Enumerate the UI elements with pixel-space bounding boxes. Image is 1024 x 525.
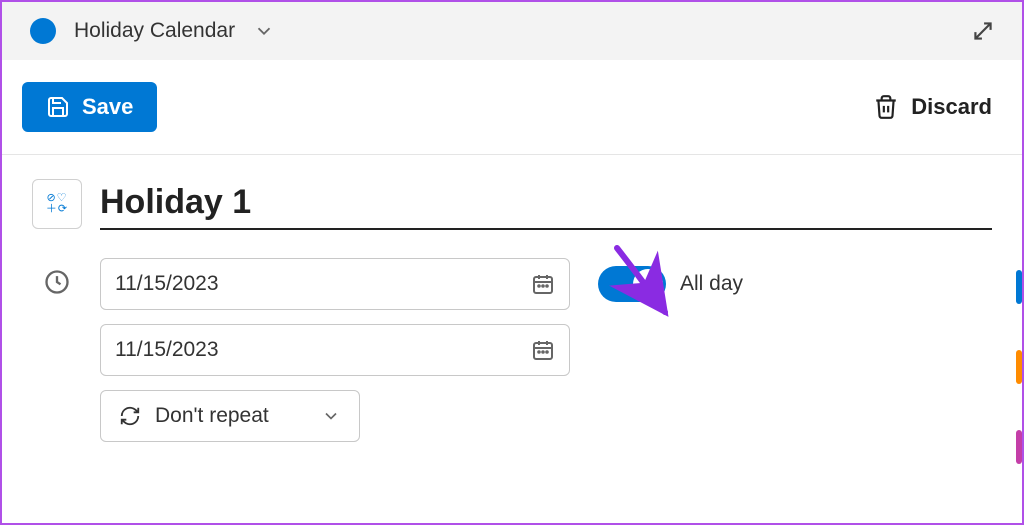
expand-icon[interactable] xyxy=(964,12,1002,50)
calendar-icon xyxy=(531,338,555,362)
start-date-value: 11/15/2023 xyxy=(115,272,219,296)
save-button[interactable]: Save xyxy=(22,82,157,132)
end-date-value: 11/15/2023 xyxy=(115,338,219,362)
repeat-icon xyxy=(119,405,141,427)
emoji-picker-button[interactable]: ⊘♡＋⟳ xyxy=(32,179,82,229)
discard-button[interactable]: Discard xyxy=(873,94,992,120)
event-title-input[interactable] xyxy=(100,177,992,230)
save-button-label: Save xyxy=(82,94,133,120)
save-icon xyxy=(46,95,70,119)
end-date-field[interactable]: 11/15/2023 xyxy=(100,324,570,376)
chevron-down-icon[interactable] xyxy=(253,20,275,42)
toolbar: Save Discard xyxy=(2,60,1022,155)
event-form: ⊘♡＋⟳ 11/15/2023 All day xyxy=(2,155,1022,442)
edge-accent xyxy=(1016,430,1022,464)
start-date-field[interactable]: 11/15/2023 xyxy=(100,258,570,310)
edge-accent xyxy=(1016,350,1022,384)
trash-icon xyxy=(873,94,899,120)
chevron-down-icon xyxy=(321,406,341,426)
emoji-grid-icon: ⊘♡＋⟳ xyxy=(46,193,68,215)
all-day-label: All day xyxy=(680,272,743,296)
edge-accent xyxy=(1016,270,1022,304)
calendar-header: Holiday Calendar xyxy=(2,2,1022,60)
repeat-label: Don't repeat xyxy=(155,404,269,428)
clock-icon xyxy=(32,258,82,296)
calendar-icon xyxy=(531,272,555,296)
discard-button-label: Discard xyxy=(911,94,992,120)
calendar-color-dot xyxy=(30,18,56,44)
all-day-toggle[interactable] xyxy=(598,266,666,302)
calendar-name[interactable]: Holiday Calendar xyxy=(74,19,235,43)
repeat-dropdown[interactable]: Don't repeat xyxy=(100,390,360,442)
